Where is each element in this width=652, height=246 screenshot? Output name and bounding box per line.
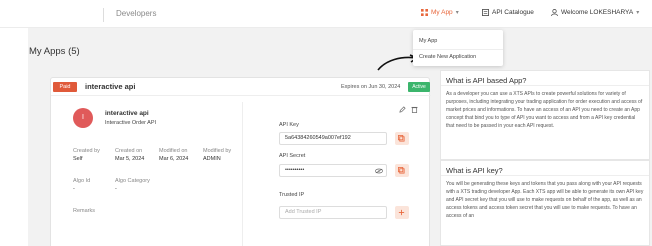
api-secret-field[interactable]: ••••••••••: [279, 164, 387, 177]
top-navbar: Developers My App ▾ API Catalogue Welcom…: [0, 0, 652, 28]
brand-text[interactable]: Developers: [116, 9, 156, 18]
grid-icon: [421, 9, 428, 16]
app-title: interactive api: [105, 110, 149, 117]
created-on-value: Mar 5, 2024: [115, 156, 145, 162]
nav-my-app[interactable]: My App ▾: [421, 9, 459, 16]
modified-on-value: Mar 6, 2024: [159, 156, 189, 162]
chevron-down-icon: ▾: [455, 10, 459, 16]
algo-id-value: -: [73, 186, 75, 192]
modified-by-label: Modified by: [203, 148, 232, 154]
nav-api-catalogue-label: API Catalogue: [492, 9, 534, 16]
user-icon: [551, 9, 558, 16]
remarks-label: Remarks: [73, 208, 96, 214]
modified-by-value: ADMIN: [203, 156, 221, 162]
created-by-value: Self: [73, 156, 83, 162]
expiry-date: Expires on Jun 30, 2024: [341, 84, 401, 90]
created-on: Created on Mar 5, 2024: [115, 148, 144, 162]
nav-user-menu[interactable]: Welcome LOKESHARYA ▾: [551, 9, 639, 16]
algo-category: Algo Category -: [115, 178, 150, 192]
created-by: Created by Self: [73, 148, 100, 162]
add-trusted-ip-button[interactable]: [395, 206, 409, 219]
copy-api-key-button[interactable]: [395, 132, 409, 145]
algo-id-label: Algo Id: [73, 178, 91, 184]
copy-api-secret-button[interactable]: [395, 164, 409, 177]
nav-api-catalogue[interactable]: API Catalogue: [482, 9, 534, 16]
eye-off-icon[interactable]: [375, 168, 383, 174]
app-details: I interactive api Interactive Order API …: [63, 102, 243, 246]
info-panel-api-key: What is API key? You will be generating …: [440, 160, 650, 246]
modified-by: Modified by ADMIN: [203, 148, 231, 162]
paid-badge: Paid: [53, 82, 77, 92]
my-app-dropdown: My App Create New Application: [413, 30, 503, 66]
dropdown-item-create-app[interactable]: Create New Application: [419, 54, 476, 60]
created-on-label: Created on: [115, 148, 143, 154]
api-key-label: API Key: [279, 122, 299, 128]
brand-divider: [103, 8, 104, 22]
avatar: I: [73, 108, 93, 128]
api-key-field[interactable]: 5a64384260549a007ef192: [279, 132, 387, 145]
api-secret-label: API Secret: [279, 153, 306, 159]
app-card-header: Paid interactive api Expires on Jun 30, …: [51, 78, 431, 96]
info-body-api-based-app: As a developer you can use a XTS APIs to…: [441, 85, 649, 134]
info-panel-api-based-app: What is API based App? As a developer yo…: [440, 70, 650, 160]
trusted-ip-label: Trusted IP: [279, 192, 305, 198]
app-name[interactable]: interactive api: [85, 82, 135, 91]
chevron-down-icon: ▾: [636, 10, 640, 16]
algo-category-label: Algo Category: [115, 178, 150, 184]
info-body-api-key: You will be generating these keys and to…: [441, 175, 649, 224]
page-title: My Apps (5): [29, 46, 80, 57]
app-card: Paid interactive api Expires on Jun 30, …: [50, 77, 431, 246]
algo-id: Algo Id -: [73, 178, 90, 192]
modified-on-label: Modified on: [159, 148, 188, 154]
edit-icon[interactable]: [399, 106, 406, 113]
nav-user-label: Welcome LOKESHARYA: [561, 9, 634, 16]
api-credentials: API Key 5a64384260549a007ef192 API Secre…: [251, 102, 421, 246]
dropdown-item-my-app[interactable]: My App: [419, 38, 437, 44]
catalogue-icon: [482, 9, 489, 16]
delete-icon[interactable]: [411, 106, 418, 113]
algo-category-value: -: [115, 186, 117, 192]
created-by-label: Created by: [73, 148, 100, 154]
nav-my-app-label: My App: [431, 9, 453, 16]
remarks: Remarks: [73, 208, 95, 214]
copy-icon: [398, 135, 405, 142]
modified-on: Modified on Mar 6, 2024: [159, 148, 188, 162]
info-title-api-key: What is API key?: [446, 166, 503, 175]
dropdown-divider: [413, 49, 503, 50]
info-title-api-based-app: What is API based App?: [446, 76, 527, 85]
status-badge: Active: [408, 82, 430, 92]
plus-icon: [398, 209, 405, 216]
trusted-ip-input[interactable]: Add Trusted IP: [279, 206, 387, 219]
app-description: Interactive Order API: [105, 120, 157, 126]
copy-icon: [398, 167, 405, 174]
